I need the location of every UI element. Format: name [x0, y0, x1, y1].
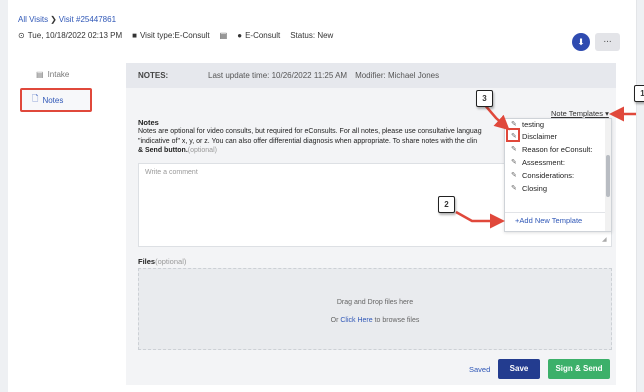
visit-type: Visit type:E-Consult — [139, 31, 210, 40]
sidebar-item-notes[interactable]: 🗋 Notes — [20, 88, 92, 112]
notes-desc-line2: "indicative of" x, y, or z. You can also… — [138, 137, 478, 145]
econsult-label: E-Consult — [245, 31, 281, 40]
dropdown-scrollbar-thumb[interactable] — [606, 155, 610, 197]
breadcrumb-separator: ❯ — [50, 15, 57, 24]
breadcrumb-all-visits[interactable]: All Visits — [18, 15, 48, 24]
card-icon: ▤ — [219, 31, 228, 40]
click-here-link[interactable]: Click Here — [340, 317, 372, 324]
sidebar-item-label: Intake — [47, 69, 70, 79]
resize-handle-icon[interactable]: ◢ — [602, 236, 607, 243]
edit-icon: ✎ — [511, 121, 517, 128]
note-templates-dropdown: ✎ testing ✎ Disclaimer ✎ Reason for eConsul… — [504, 118, 612, 232]
download-button[interactable]: ⬇ — [572, 33, 590, 51]
list-icon: ▤ — [36, 69, 44, 79]
dropdown-divider — [505, 212, 605, 213]
caret-down-icon: ▾ — [605, 109, 609, 118]
notes-desc-line3: & Send button. — [138, 147, 188, 154]
last-update-time: Last update time: 10/26/2022 11:25 AM — [208, 71, 348, 80]
modifier-name: Modifier: Michael Jones — [355, 71, 440, 80]
comment-placeholder: Write a comment — [145, 169, 198, 176]
edit-icon: ✎ — [511, 185, 517, 192]
files-label: Files(optional) — [138, 257, 187, 266]
add-new-template-button[interactable]: +Add New Template — [515, 216, 582, 225]
sidebar-item-label: Notes — [42, 95, 64, 105]
file-icon: 🗋 — [32, 94, 39, 103]
breadcrumb-current-visit[interactable]: Visit #25447861 — [59, 15, 116, 24]
annotation-badge-3: 3 — [476, 90, 493, 107]
edit-icon-highlight — [506, 128, 520, 142]
save-button[interactable]: Save — [498, 359, 540, 379]
notes-header-label: NOTES: — [138, 71, 169, 80]
annotation-badge-1: 1 — [634, 85, 644, 102]
notes-title: Notes — [138, 118, 159, 127]
visit-meta-row: ⊙ Tue, 10/18/2022 02:13 PM ■ Visit type:E-… — [18, 31, 333, 40]
edit-icon: ✎ — [511, 146, 517, 153]
visit-status: Status: New — [290, 31, 334, 40]
edit-icon: ✎ — [511, 172, 517, 179]
sidebar: ▤ Intake 🗋 Notes — [18, 64, 118, 112]
visit-date: Tue, 10/18/2022 02:13 PM — [27, 31, 123, 40]
files-optional-label: (optional) — [155, 257, 187, 266]
video-camera-icon: ■ — [132, 31, 137, 40]
file-drop-zone[interactable]: Drag and Drop files here Or Click Here t… — [138, 268, 612, 350]
notes-description: Notes are optional for video consults, b… — [138, 127, 502, 157]
sign-send-button[interactable]: Sign & Send — [548, 359, 610, 379]
clock-icon: ⊙ — [18, 31, 25, 40]
sidebar-item-intake[interactable]: ▤ Intake — [18, 64, 118, 84]
template-item-reason[interactable]: ✎ Reason for eConsult: — [511, 144, 592, 154]
edit-icon: ✎ — [511, 159, 517, 166]
saved-status: Saved — [469, 365, 491, 374]
template-item-closing[interactable]: ✎ Closing — [511, 183, 547, 193]
optional-label: (optional) — [187, 147, 217, 154]
breadcrumb: All Visits ❯ Visit #25447861 — [18, 15, 116, 24]
template-item-assessment[interactable]: ✎ Assessment: — [511, 157, 565, 167]
note-templates-link[interactable]: Note Templates ▾ — [551, 109, 609, 118]
drop-text: Drag and Drop files here — [336, 299, 414, 306]
browse-text: Or Click Here to browse files — [330, 317, 420, 324]
info-icon: ● — [237, 31, 243, 40]
notes-header-bar: NOTES: Last update time: 10/26/2022 11:2… — [126, 63, 616, 88]
annotation-badge-2: 2 — [438, 196, 455, 213]
more-options-button[interactable]: ... — [595, 33, 620, 51]
template-item-considerations[interactable]: ✎ Considerations: — [511, 170, 574, 180]
notes-desc-line1: Notes are optional for video consults, b… — [138, 128, 482, 135]
